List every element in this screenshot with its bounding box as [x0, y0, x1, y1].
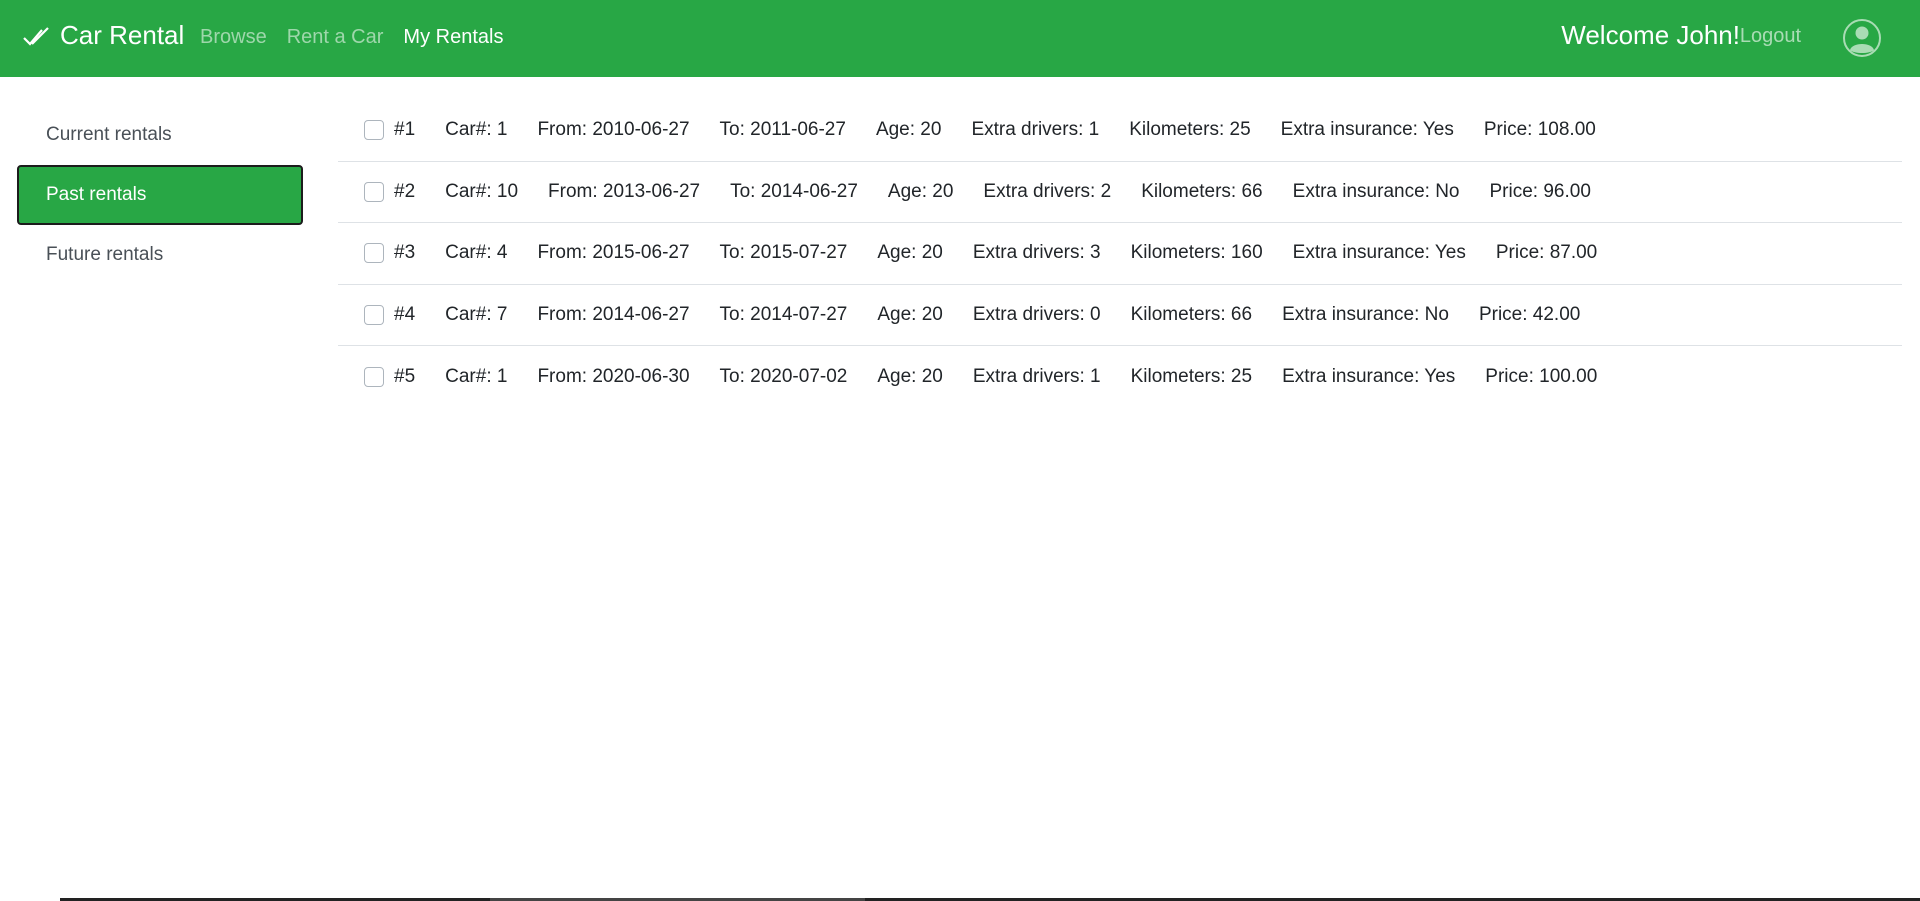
rental-price: Price: 96.00 [1489, 180, 1591, 202]
rental-age: Age: 20 [877, 303, 943, 325]
rental-checkbox[interactable] [364, 181, 384, 202]
sidebar-item-label: Future rentals [46, 244, 164, 265]
rental-car: Car#: 7 [445, 303, 508, 325]
sidebar: Current rentals Past rentals Future rent… [17, 105, 303, 285]
rental-price: Price: 100.00 [1485, 365, 1598, 387]
sidebar-item-current-rentals[interactable]: Current rentals [17, 105, 303, 165]
user-circle-icon[interactable] [1842, 18, 1882, 58]
list-item: #5 Car#: 1 From: 2020-06-30 To: 2020-07-… [338, 346, 1902, 408]
rental-to: To: 2014-06-27 [730, 180, 858, 202]
sidebar-item-label: Current rentals [46, 124, 172, 145]
welcome-text: Welcome John! [1561, 20, 1740, 50]
rental-age: Age: 20 [875, 119, 942, 141]
rental-price: Price: 108.00 [1483, 119, 1596, 141]
rental-kilometers: Kilometers: 25 [1130, 365, 1253, 387]
rental-checkbox[interactable] [364, 366, 384, 387]
rental-checkbox[interactable] [364, 243, 384, 264]
navbar: Car Rental Browse Rent a Car My Rentals … [0, 0, 1920, 77]
rental-list: #1 Car#: 1 From: 2010-06-27 To: 2011-06-… [338, 100, 1902, 408]
rental-car: Car#: 10 [445, 180, 519, 202]
brand[interactable]: Car Rental [22, 20, 184, 51]
rental-extra-drivers: Extra drivers: 2 [983, 180, 1112, 202]
brand-label: Car Rental [60, 20, 185, 50]
rental-from: From: 2010-06-27 [537, 119, 690, 141]
list-item: #2 Car#: 10 From: 2013-06-27 To: 2014-06… [338, 162, 1902, 223]
rental-extra-insurance: Extra insurance: Yes [1280, 119, 1454, 141]
rental-to: To: 2011-06-27 [719, 119, 846, 141]
list-item: #1 Car#: 1 From: 2010-06-27 To: 2011-06-… [338, 100, 1902, 162]
sidebar-item-past-rentals[interactable]: Past rentals [17, 165, 303, 225]
rental-extra-drivers: Extra drivers: 1 [971, 119, 1100, 141]
rental-car: Car#: 1 [445, 365, 508, 387]
list-item: #4 Car#: 7 From: 2014-06-27 To: 2014-07-… [338, 285, 1902, 346]
rental-price: Price: 87.00 [1495, 242, 1598, 264]
rental-id: #2 [394, 180, 416, 202]
rental-price: Price: 42.00 [1478, 303, 1581, 325]
rental-age: Age: 20 [887, 180, 954, 202]
rental-extra-insurance: Extra insurance: Yes [1292, 242, 1466, 264]
rental-extra-drivers: Extra drivers: 0 [972, 303, 1101, 325]
sidebar-item-label: Past rentals [46, 184, 147, 205]
nav-my-rentals[interactable]: My Rentals [403, 26, 503, 49]
rental-id: #5 [394, 365, 416, 387]
main-nav: Browse Rent a Car My Rentals [200, 26, 503, 49]
rental-extra-insurance: Extra insurance: No [1292, 180, 1460, 202]
double-check-icon [23, 26, 49, 46]
rental-kilometers: Kilometers: 160 [1130, 242, 1263, 264]
rental-car: Car#: 1 [445, 119, 508, 141]
rental-extra-insurance: Extra insurance: Yes [1282, 365, 1456, 387]
rental-car: Car#: 4 [445, 242, 508, 264]
rental-from: From: 2015-06-27 [537, 242, 690, 264]
logout-link[interactable]: Logout [1740, 25, 1801, 48]
rental-checkbox[interactable] [364, 304, 384, 325]
rental-extra-drivers: Extra drivers: 1 [972, 365, 1101, 387]
rental-from: From: 2014-06-27 [537, 303, 690, 325]
rental-extra-drivers: Extra drivers: 3 [972, 242, 1101, 264]
rental-checkbox[interactable] [364, 120, 384, 141]
rental-to: To: 2015-07-27 [719, 242, 848, 264]
rental-from: From: 2020-06-30 [537, 365, 690, 387]
rental-to: To: 2014-07-27 [719, 303, 848, 325]
nav-browse[interactable]: Browse [200, 26, 267, 49]
rental-kilometers: Kilometers: 66 [1130, 303, 1253, 325]
nav-rent-a-car[interactable]: Rent a Car [287, 26, 384, 49]
sidebar-item-future-rentals[interactable]: Future rentals [17, 225, 303, 285]
rental-to: To: 2020-07-02 [719, 365, 848, 387]
rental-extra-insurance: Extra insurance: No [1282, 303, 1449, 325]
rental-kilometers: Kilometers: 66 [1141, 180, 1263, 202]
rental-id: #4 [394, 303, 416, 325]
rental-age: Age: 20 [877, 242, 943, 264]
rental-id: #3 [394, 242, 416, 264]
rental-age: Age: 20 [877, 365, 943, 387]
list-item: #3 Car#: 4 From: 2015-06-27 To: 2015-07-… [338, 223, 1902, 285]
rental-id: #1 [394, 119, 416, 141]
rental-from: From: 2013-06-27 [548, 180, 701, 202]
rental-kilometers: Kilometers: 25 [1129, 119, 1251, 141]
